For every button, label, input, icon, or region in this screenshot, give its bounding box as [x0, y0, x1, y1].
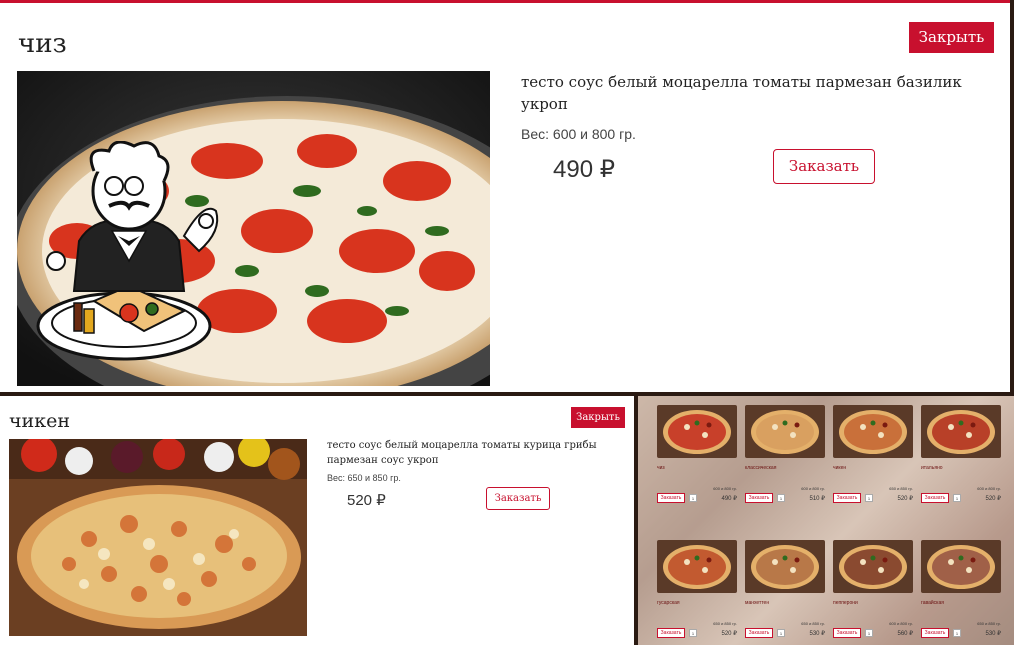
chef-mascot-icon — [36, 141, 219, 361]
catalog-card[interactable]: гусарская 650 и 850 гр. Заказать 1 520 ₽ — [657, 540, 739, 645]
pizza-catalog: чиз 600 и 800 гр. Заказать 1 490 ₽ классическ… — [638, 396, 1014, 645]
product-description: тесто соус белый моцарелла томаты пармез… — [521, 73, 962, 113]
catalog-item-name: гусарская — [657, 600, 680, 606]
catalog-order-button[interactable]: Заказать — [657, 493, 685, 503]
catalog-item-price: 530 ₽ — [809, 631, 826, 637]
pizza-thumb — [833, 405, 913, 458]
screenshot-canvas: чиз Закрыть тесто соус белый моцарелла т… — [0, 0, 1014, 645]
catalog-item-weight: 650 и 850 гр. — [713, 621, 737, 626]
product-price: 490 ₽ — [553, 156, 615, 183]
catalog-item-price: 520 ₽ — [721, 631, 738, 637]
close-button[interactable]: Закрыть — [571, 407, 625, 428]
catalog-order-button[interactable]: Заказать — [833, 493, 861, 503]
catalog-order-button[interactable]: Заказать — [745, 493, 773, 503]
close-button[interactable]: Закрыть — [909, 22, 994, 53]
catalog-item-name: итальяно — [921, 465, 943, 471]
pizza-thumb — [657, 405, 737, 458]
catalog-item-weight: 650 и 850 гр. — [977, 621, 1001, 626]
catalog-item-price: 490 ₽ — [721, 496, 738, 502]
catalog-thumb — [745, 540, 825, 593]
catalog-card[interactable]: чиз 600 и 800 гр. Заказать 1 490 ₽ — [657, 405, 739, 515]
catalog-item-weight: 600 и 800 гр. — [977, 486, 1001, 491]
product-modal-cheese: чиз Закрыть тесто соус белый моцарелла т… — [0, 0, 1010, 392]
product-title: чиз — [18, 29, 67, 59]
catalog-thumb — [657, 540, 737, 593]
catalog-card[interactable]: гавайская 650 и 850 гр. Заказать 1 530 ₽ — [921, 540, 1003, 645]
catalog-quantity-input[interactable]: 1 — [689, 494, 697, 502]
catalog-thumb — [657, 405, 737, 458]
catalog-quantity-input[interactable]: 1 — [689, 629, 697, 637]
catalog-item-weight: 650 и 850 гр. — [801, 621, 825, 626]
catalog-quantity-input[interactable]: 1 — [865, 494, 873, 502]
product-title: чикен — [9, 410, 71, 432]
pizza-thumb — [657, 540, 737, 593]
catalog-thumb — [745, 405, 825, 458]
catalog-item-price: 510 ₽ — [809, 496, 826, 502]
catalog-item-weight: 600 и 800 гр. — [889, 621, 913, 626]
catalog-item-price: 530 ₽ — [985, 631, 1002, 637]
catalog-item-name: гавайская — [921, 600, 944, 606]
catalog-thumb — [833, 405, 913, 458]
catalog-item-name: манхеттен — [745, 600, 770, 606]
order-button[interactable]: Заказать — [486, 487, 550, 510]
pizza-thumb — [833, 540, 913, 593]
catalog-item-weight: 600 и 800 гр. — [713, 486, 737, 491]
product-photo — [9, 439, 307, 636]
catalog-order-button[interactable]: Заказать — [833, 628, 861, 638]
catalog-item-weight: 650 и 850 гр. — [889, 486, 913, 491]
catalog-item-weight: 600 и 800 гр. — [801, 486, 825, 491]
pizza-thumb — [921, 540, 1001, 593]
catalog-thumb — [833, 540, 913, 593]
catalog-item-price: 560 ₽ — [897, 631, 914, 637]
catalog-card[interactable]: классическая 600 и 800 гр. Заказать 1 510 ₽ — [745, 405, 827, 515]
catalog-order-button[interactable]: Заказать — [657, 628, 685, 638]
catalog-thumb — [921, 540, 1001, 593]
order-button[interactable]: Заказать — [773, 149, 875, 184]
catalog-quantity-input[interactable]: 1 — [865, 629, 873, 637]
pizza-thumb — [921, 405, 1001, 458]
catalog-item-name: чиз — [657, 465, 665, 471]
pizza-photo — [9, 439, 307, 636]
pizza-thumb — [745, 405, 825, 458]
product-weight: Вес: 650 и 850 гр. — [327, 473, 401, 483]
catalog-item-name: чикен — [833, 465, 847, 471]
catalog-card[interactable]: пепперони 600 и 800 гр. Заказать 1 560 ₽ — [833, 540, 915, 645]
catalog-card[interactable]: итальяно 600 и 800 гр. Заказать 1 520 ₽ — [921, 405, 1003, 515]
product-description: тесто соус белый моцарелла томаты курица… — [327, 440, 597, 466]
catalog-quantity-input[interactable]: 1 — [953, 494, 961, 502]
catalog-item-price: 520 ₽ — [897, 496, 914, 502]
catalog-card[interactable]: чикен 650 и 850 гр. Заказать 1 520 ₽ — [833, 405, 915, 515]
catalog-quantity-input[interactable]: 1 — [953, 629, 961, 637]
catalog-order-button[interactable]: Заказать — [921, 493, 949, 503]
catalog-order-button[interactable]: Заказать — [921, 628, 949, 638]
catalog-order-button[interactable]: Заказать — [745, 628, 773, 638]
catalog-item-name: классическая — [745, 465, 777, 471]
product-price: 520 ₽ — [347, 492, 386, 509]
catalog-card[interactable]: манхеттен 650 и 850 гр. Заказать 1 530 ₽ — [745, 540, 827, 645]
catalog-item-name: пепперони — [833, 600, 858, 606]
catalog-quantity-input[interactable]: 1 — [777, 629, 785, 637]
catalog-thumb — [921, 405, 1001, 458]
product-weight: Вес: 600 и 800 гр. — [521, 126, 636, 142]
product-modal-chicken: чикен Закрыть тесто соус белый моцарелла… — [0, 396, 634, 645]
catalog-quantity-input[interactable]: 1 — [777, 494, 785, 502]
pizza-thumb — [745, 540, 825, 593]
catalog-item-price: 520 ₽ — [985, 496, 1002, 502]
